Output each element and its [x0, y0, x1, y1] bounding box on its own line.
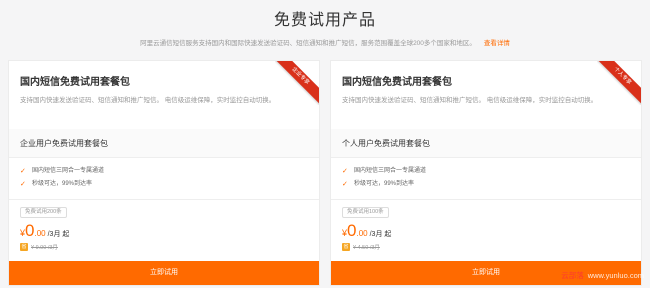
- card-title: 国内短信免费试用套餐包: [342, 77, 452, 88]
- feature-item: ✓ 国内短信三网合一专属通道: [342, 165, 426, 178]
- divider: [9, 199, 319, 200]
- feature-item: ✓ 秒级可达，99%到达率: [342, 178, 426, 191]
- card-title: 国内短信免费试用套餐包: [20, 77, 130, 88]
- card-description: 支持国内快速发送验证码、短信通知和推广短信。 电信级运维保障，实时监控自动切换。: [342, 97, 598, 104]
- quota-badge: 免费试用100条: [342, 207, 389, 218]
- quota-badge: 免费试用200条: [20, 207, 67, 218]
- check-icon: ✓: [342, 168, 348, 175]
- corner-ribbon: 个人专享: [597, 61, 641, 105]
- save-tag-icon: 省: [342, 243, 350, 251]
- divider: [331, 199, 641, 200]
- price: ¥0.00/3月 起: [342, 221, 391, 241]
- price-unit: /3月 起: [369, 231, 392, 238]
- original-price: ¥ 9.00 /3月: [31, 245, 58, 251]
- package-row: 个人用户免费试用套餐包: [331, 129, 641, 157]
- package-name: 个人用户免费试用套餐包: [342, 139, 430, 148]
- check-icon: ✓: [20, 168, 26, 175]
- card-header: 国内短信免费试用套餐包 支持国内快速发送验证码、短信通知和推广短信。 电信级运维…: [331, 61, 641, 129]
- page-title: 免费试用产品: [273, 12, 376, 29]
- feature-text: 国内短信三网合一专属通道: [32, 168, 105, 174]
- check-icon: ✓: [20, 181, 26, 188]
- product-card-enterprise: 国内短信免费试用套餐包 支持国内快速发送验证码、短信通知和推广短信。 电信级运维…: [8, 60, 320, 286]
- original-price-row: 省 ¥ 4.50 /3月: [342, 243, 380, 252]
- price-decimal: .00: [356, 229, 368, 238]
- original-price-row: 省 ¥ 9.00 /3月: [20, 243, 58, 252]
- watermark-url: www.yunluo.com: [587, 271, 644, 280]
- try-now-button[interactable]: 立即试用: [9, 261, 319, 285]
- watermark-name: 云部落: [561, 271, 584, 280]
- page-subtitle: 阿里云通信短信服务支持国内和国际快速发送验证码、短信通知和推广短信，服务范围覆盖…: [0, 37, 650, 47]
- product-card-personal: 国内短信免费试用套餐包 支持国内快速发送验证码、短信通知和推广短信。 电信级运维…: [330, 60, 642, 286]
- price-decimal: .00: [34, 229, 46, 238]
- original-price: ¥ 4.50 /3月: [353, 245, 380, 251]
- ribbon-label: 企业专享: [275, 61, 319, 105]
- price-unit: /3月 起: [47, 231, 70, 238]
- feature-list: ✓ 国内短信三网合一专属通道 ✓ 秒级可达，99%到达率: [20, 165, 104, 191]
- card-header: 国内短信免费试用套餐包 支持国内快速发送验证码、短信通知和推广短信。 电信级运维…: [9, 61, 319, 129]
- package-row: 企业用户免费试用套餐包: [9, 129, 319, 157]
- feature-text: 秒级可达，99%到达率: [354, 181, 415, 187]
- ribbon-label: 个人专享: [597, 61, 641, 105]
- feature-item: ✓ 秒级可达，99%到达率: [20, 178, 104, 191]
- card-description: 支持国内快速发送验证码、短信通知和推广短信。 电信级运维保障，实时监控自动切换。: [20, 97, 276, 104]
- subtitle-text: 阿里云通信短信服务支持国内和国际快速发送验证码、短信通知和推广短信，服务范围覆盖…: [140, 40, 476, 47]
- view-details-link[interactable]: 查看详情: [484, 40, 510, 47]
- divider: [331, 157, 641, 158]
- package-name: 企业用户免费试用套餐包: [20, 139, 108, 148]
- site-watermark: 云部落 www.yunluo.com: [561, 270, 644, 281]
- price: ¥0.00/3月 起: [20, 221, 69, 241]
- feature-list: ✓ 国内短信三网合一专属通道 ✓ 秒级可达，99%到达率: [342, 165, 426, 191]
- feature-text: 秒级可达，99%到达率: [32, 181, 93, 187]
- divider: [9, 157, 319, 158]
- feature-text: 国内短信三网合一专属通道: [354, 168, 427, 174]
- check-icon: ✓: [342, 181, 348, 188]
- save-tag-icon: 省: [20, 243, 28, 251]
- corner-ribbon: 企业专享: [275, 61, 319, 105]
- feature-item: ✓ 国内短信三网合一专属通道: [20, 165, 104, 178]
